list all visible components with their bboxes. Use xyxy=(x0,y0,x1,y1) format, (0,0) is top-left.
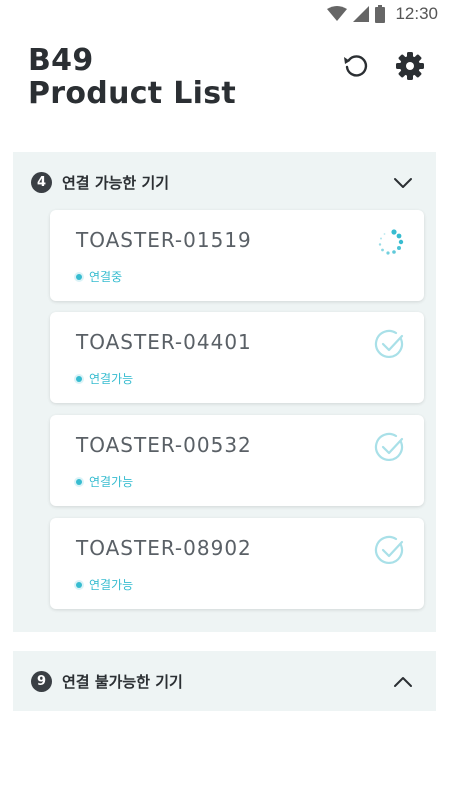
device-name: TOASTER-04401 xyxy=(76,330,252,354)
status-dot xyxy=(76,375,82,382)
device-name: TOASTER-08902 xyxy=(76,536,252,560)
device-status: 연결중 xyxy=(76,268,122,285)
refresh-button[interactable] xyxy=(340,50,372,82)
page-title-line2: Product List xyxy=(28,76,236,111)
device-card[interactable]: TOASTER-01519 연결중 xyxy=(50,210,424,301)
check-circle-icon xyxy=(374,535,404,564)
device-name: TOASTER-01519 xyxy=(76,228,252,252)
available-count-badge: 4 xyxy=(31,171,52,193)
status-dot xyxy=(76,478,82,485)
device-status-label: 연결가능 xyxy=(89,475,134,489)
unavailable-section-header[interactable]: 9 연결 불가능한 기기 xyxy=(31,667,418,695)
wifi-icon xyxy=(327,6,348,21)
header-actions xyxy=(340,50,426,82)
refresh-icon xyxy=(344,55,368,77)
page-title: B49 Product List xyxy=(28,44,236,110)
gear-icon xyxy=(396,52,424,80)
loading-spinner-icon xyxy=(378,229,404,255)
check-circle-icon xyxy=(374,432,404,461)
page-title-line1: B49 xyxy=(28,43,94,78)
device-card[interactable]: TOASTER-04401 연결가능 xyxy=(50,312,424,403)
available-section-header[interactable]: 4 연결 가능한 기기 xyxy=(31,168,418,196)
status-time: 12:30 xyxy=(395,4,438,23)
device-status-label: 연결중 xyxy=(89,270,123,284)
device-card[interactable]: TOASTER-00532 연결가능 xyxy=(50,415,424,506)
status-icons: 12:30 xyxy=(327,4,438,24)
status-bar: 12:30 xyxy=(0,0,450,30)
status-dot xyxy=(76,581,82,588)
settings-button[interactable] xyxy=(394,50,426,82)
device-name: TOASTER-00532 xyxy=(76,433,252,457)
device-status-label: 연결가능 xyxy=(89,372,134,386)
chevron-down-icon[interactable] xyxy=(392,172,414,194)
check-circle-icon xyxy=(374,329,404,358)
unavailable-count-badge: 9 xyxy=(31,670,52,692)
available-devices-section: 4 연결 가능한 기기 TOASTER-01519 연결중 TOASTER-04… xyxy=(13,152,436,632)
device-status-label: 연결가능 xyxy=(89,578,134,592)
battery-icon xyxy=(375,5,386,23)
signal-icon xyxy=(353,6,370,22)
unavailable-section-title: 연결 불가능한 기기 xyxy=(62,672,183,691)
unavailable-devices-section: 9 연결 불가능한 기기 xyxy=(13,651,436,711)
device-status: 연결가능 xyxy=(76,370,133,387)
chevron-up-icon[interactable] xyxy=(392,671,414,693)
device-status: 연결가능 xyxy=(76,473,133,490)
device-card[interactable]: TOASTER-08902 연결가능 xyxy=(50,518,424,609)
status-dot xyxy=(76,273,82,280)
available-section-title: 연결 가능한 기기 xyxy=(62,173,170,192)
device-status: 연결가능 xyxy=(76,576,133,593)
